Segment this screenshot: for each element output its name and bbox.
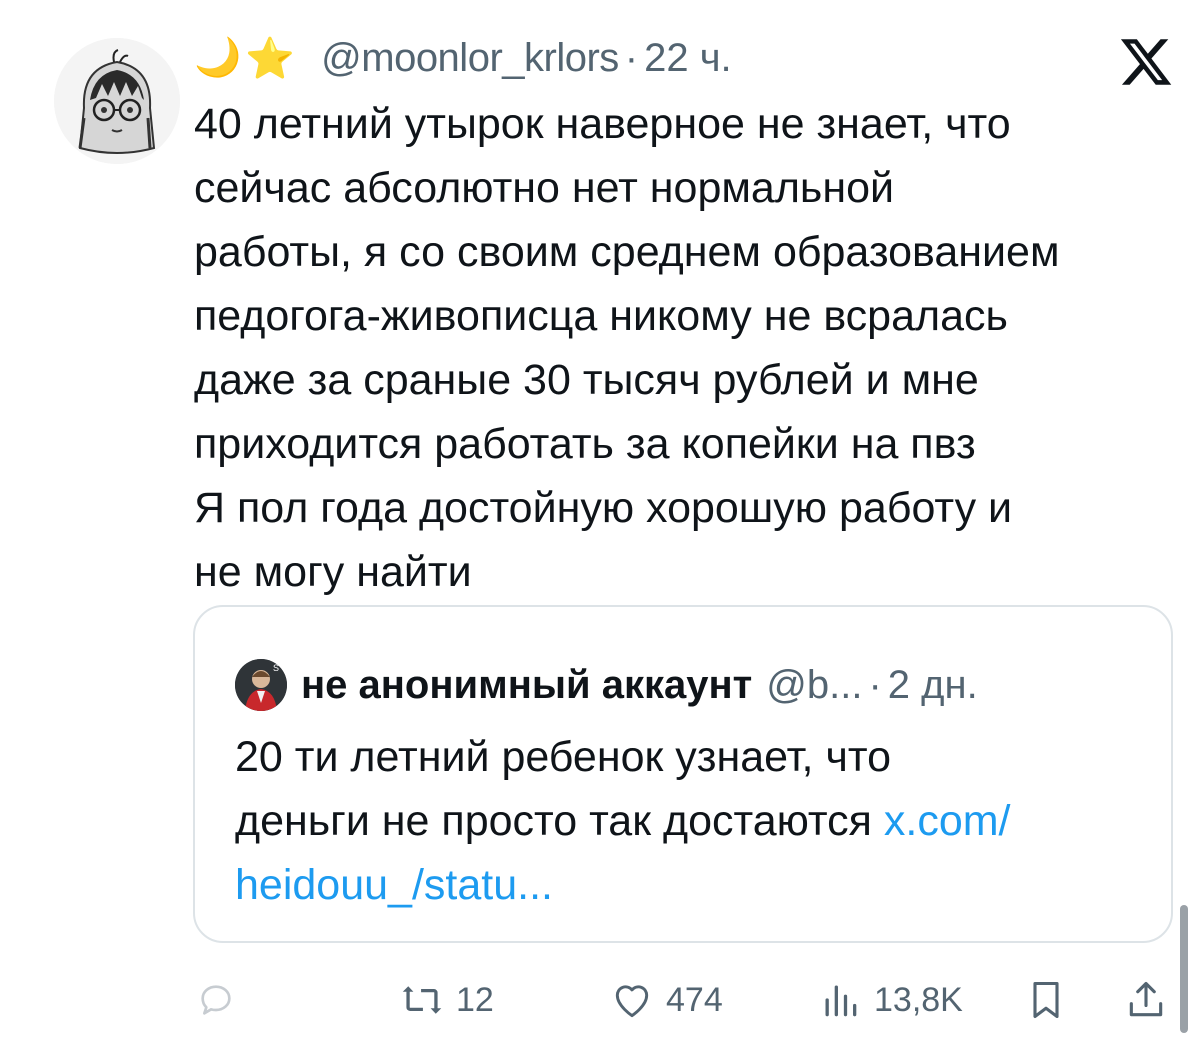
views-button[interactable]: 13,8K	[818, 960, 963, 1040]
scrollbar[interactable]	[1180, 905, 1188, 1033]
quoted-tweet-card[interactable]: S не анонимный аккаунт @b... · 2 дн. 20 …	[193, 605, 1173, 943]
like-count: 474	[666, 980, 723, 1019]
tweet-text-line: педогога-живописца никому не всралась	[194, 292, 1008, 340]
tweet-text-line: 40 летний утырок наверное не знает, что	[194, 100, 1011, 148]
tweet-text-line: работы, я со своим среднем образованием	[194, 228, 1060, 276]
quoted-text-line: 20 ти летний ребенок узнает, что	[235, 733, 891, 781]
star-emoji: ⭐	[245, 36, 296, 81]
reply-button[interactable]	[196, 960, 248, 1040]
views-icon	[818, 978, 862, 1022]
svg-text:S: S	[273, 663, 279, 673]
like-button[interactable]: 474	[610, 960, 723, 1040]
quoted-tweet-header: S не анонимный аккаунт @b... · 2 дн.	[235, 657, 978, 713]
author-handle[interactable]: @moonlor_krlors	[321, 36, 619, 81]
share-icon	[1124, 978, 1168, 1022]
tweet-header: 🌙 ⭐ @moonlor_krlors · 22 ч.	[194, 26, 732, 90]
tweet-text-line: не могу найти	[194, 548, 472, 596]
tweet-action-bar: 12 474 13,8K	[0, 960, 1200, 1040]
retweet-icon	[400, 978, 444, 1022]
quoted-author-avatar[interactable]: S	[235, 659, 287, 711]
tweet-text-line: приходится работать за копейки на пвз	[194, 420, 976, 468]
views-count: 13,8K	[874, 980, 963, 1019]
tweet-text-line: сейчас абсолютно нет нормальной	[194, 164, 895, 212]
quoted-tweet-time[interactable]: 2 дн.	[888, 663, 978, 708]
separator-dot: ·	[868, 662, 882, 707]
quoted-link-continuation[interactable]: heidouu_/statu...	[235, 853, 1155, 917]
tweet-text-line: даже за сраные 30 тысяч рублей и мне	[194, 356, 979, 404]
quoted-author-name[interactable]: не анонимный аккаунт	[301, 663, 752, 708]
heart-icon	[610, 978, 654, 1022]
quoted-text-line: деньги не просто так достаются x.com/	[235, 789, 1155, 853]
author-avatar[interactable]	[54, 38, 180, 164]
separator-dot: ·	[624, 35, 639, 80]
quoted-text-fragment: деньги не просто так достаются	[235, 797, 884, 845]
x-logo-icon	[1118, 34, 1174, 90]
moon-emoji: 🌙	[194, 37, 242, 79]
quoted-tweet-text: 20 ти летний ребенок узнает, что деньги …	[235, 725, 1155, 917]
bookmark-button[interactable]	[1024, 960, 1068, 1040]
tweet-time[interactable]: 22 ч.	[644, 36, 732, 81]
quoted-author-handle[interactable]: @b...	[766, 663, 862, 708]
share-button[interactable]	[1124, 960, 1168, 1040]
bookmark-icon	[1024, 978, 1068, 1022]
tweet-text-line: Я пол года достойную хорошую работу и	[194, 484, 1013, 532]
retweet-count: 12	[456, 980, 494, 1019]
quoted-link[interactable]: x.com/	[884, 797, 1011, 845]
reply-icon	[196, 980, 236, 1020]
tweet-text: 40 летний утырок наверное не знает, что …	[194, 92, 1184, 604]
retweet-button[interactable]: 12	[400, 960, 494, 1040]
